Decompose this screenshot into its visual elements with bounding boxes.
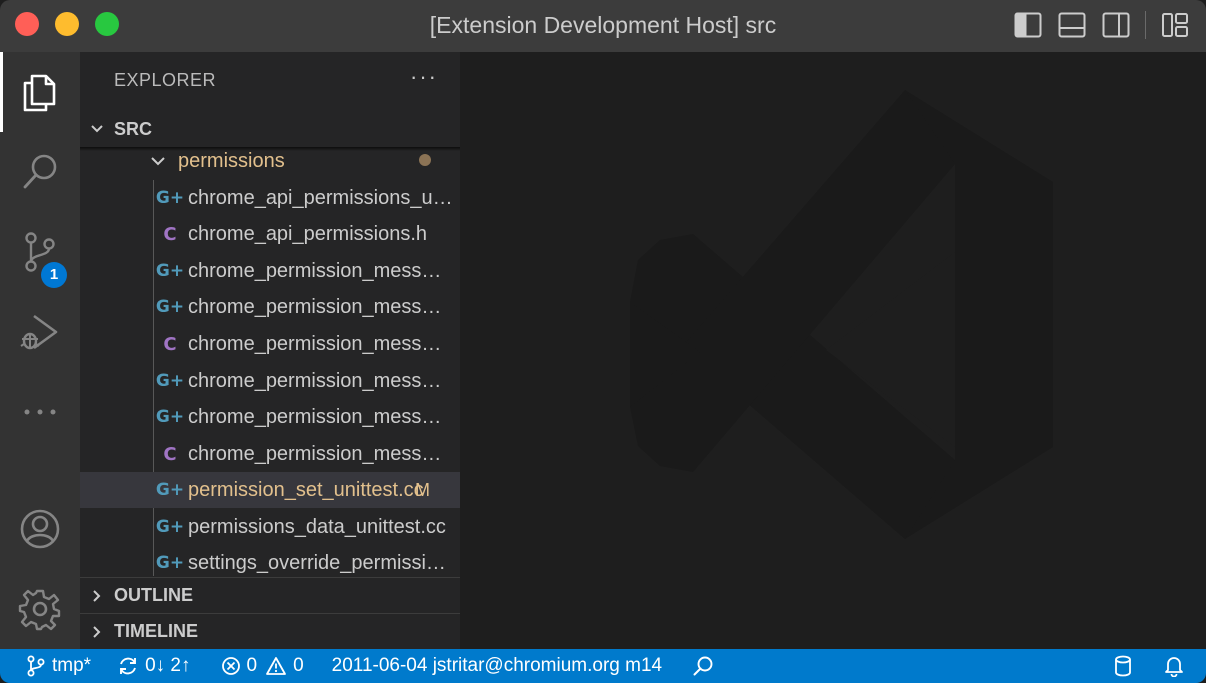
gear-icon	[18, 589, 61, 631]
warnings-count: 0	[293, 655, 304, 676]
sync-label: 0↓ 2↑	[145, 655, 191, 676]
activity-bar: 1	[0, 52, 80, 649]
status-problems[interactable]: 0 0	[221, 649, 304, 683]
section-src[interactable]: SRC	[80, 111, 460, 147]
c-header-file-icon: C	[163, 333, 177, 355]
section-timeline[interactable]: TIMELINE	[80, 613, 460, 649]
git-blame-label: 2011-06-04 jstritar@chromium.org m14	[331, 655, 663, 676]
toggle-primary-sidebar-icon[interactable]	[1013, 10, 1043, 40]
title-bar: [Extension Development Host] src	[0, 0, 1206, 52]
cpp-file-icon: G+	[155, 297, 185, 317]
cpp-file-icon: G+	[155, 188, 185, 208]
activity-more[interactable]	[0, 372, 80, 452]
activity-manage[interactable]	[0, 569, 80, 649]
chevron-down-icon	[151, 157, 165, 166]
folder-modified-dot	[419, 154, 431, 166]
source-control-badge: 1	[41, 262, 67, 288]
vscode-window: [Extension Development Host] src 1 EXPLO…	[0, 0, 1206, 683]
activity-accounts[interactable]	[0, 489, 80, 569]
layout-separator	[1145, 11, 1146, 39]
chevron-right-icon	[80, 588, 114, 604]
c-header-file-icon: C	[163, 223, 177, 245]
cpp-file-icon: G+	[155, 480, 185, 500]
git-modified-badge: M	[415, 480, 430, 500]
toggle-secondary-sidebar-icon[interactable]	[1101, 10, 1131, 40]
cpp-file-icon: G+	[155, 517, 185, 537]
status-sync[interactable]: 0↓ 2↑	[117, 649, 191, 683]
section-outline-label: OUTLINE	[114, 585, 193, 605]
tree-file[interactable]: C chrome_permission_message_rules.h	[80, 326, 452, 362]
editor-area[interactable]	[460, 52, 1206, 649]
section-timeline-label: TIMELINE	[114, 621, 198, 641]
c-header-file-icon: C	[163, 443, 177, 465]
tree-folder-permissions[interactable]: permissions	[80, 143, 460, 179]
activity-run-debug[interactable]	[0, 292, 80, 372]
ellipsis-icon	[24, 409, 56, 415]
activity-search[interactable]	[0, 132, 80, 212]
folder-label: permissions	[178, 149, 285, 172]
tree-file[interactable]: G+ permissions_data_unittest.cc	[80, 509, 460, 545]
activity-explorer[interactable]	[0, 52, 80, 132]
status-notifications[interactable]	[1164, 649, 1190, 683]
tree-file[interactable]: C chrome_api_permissions.h	[80, 216, 460, 252]
error-icon	[221, 657, 240, 675]
run-debug-icon	[20, 314, 58, 350]
layout-controls	[999, 10, 1190, 40]
status-database[interactable]	[1114, 649, 1138, 683]
status-bar: tmp* 0↓ 2↑ 0 0 2011-06-04 jstritar@chrom…	[0, 649, 1206, 683]
chevron-right-icon	[80, 624, 114, 640]
chevron-down-icon	[80, 121, 114, 137]
tree-file[interactable]: G+ chrome_permission_message_unittest.cc	[80, 363, 452, 399]
tree-file[interactable]: G+ chrome_permission_message_provider.cc	[80, 253, 452, 289]
files-icon	[23, 74, 56, 112]
search-icon	[23, 154, 57, 189]
section-outline[interactable]: OUTLINE	[80, 577, 460, 613]
explorer-more-actions-icon[interactable]: ···	[410, 64, 438, 90]
tree-file[interactable]: G+ settings_override_permission_unittest…	[80, 545, 454, 581]
cpp-file-icon: G+	[155, 407, 185, 427]
sync-icon	[120, 657, 137, 675]
explorer-sidebar: EXPLORER ··· SRC permissions G+ chrome_a…	[80, 52, 460, 649]
cpp-file-icon: G+	[155, 371, 185, 391]
tree-file[interactable]: C chrome_permission_message_provider.h	[80, 436, 452, 472]
git-branch-icon	[27, 655, 45, 677]
tree-file[interactable]: G+ chrome_permission_message_rules.cc	[80, 289, 452, 325]
cpp-file-icon: G+	[155, 553, 185, 573]
warning-icon	[266, 657, 286, 675]
status-search[interactable]	[692, 649, 720, 683]
tree-file[interactable]: G+ chrome_api_permissions_unittest.cc	[80, 180, 460, 216]
database-icon	[1115, 655, 1131, 677]
branch-label: tmp*	[52, 655, 92, 676]
account-icon	[20, 509, 60, 549]
customize-layout-icon[interactable]	[1160, 10, 1190, 40]
errors-count: 0	[246, 655, 258, 676]
tree-file-selected[interactable]: G+ permission_set_unittest.cc	[80, 472, 460, 508]
tree-file[interactable]: G+ chrome_permission_message_provider_un…	[80, 399, 452, 435]
toggle-panel-icon[interactable]	[1057, 10, 1087, 40]
search-icon	[693, 656, 713, 676]
activity-source-control[interactable]: 1	[0, 212, 80, 292]
status-branch[interactable]: tmp*	[26, 649, 91, 683]
section-src-label: SRC	[114, 118, 153, 139]
cpp-file-icon: G+	[155, 261, 185, 281]
status-git-blame[interactable]: 2011-06-04 jstritar@chromium.org m14	[332, 649, 662, 683]
bell-icon	[1165, 657, 1183, 677]
vscode-watermark-icon	[630, 90, 1053, 539]
explorer-title: EXPLORER	[114, 70, 217, 90]
